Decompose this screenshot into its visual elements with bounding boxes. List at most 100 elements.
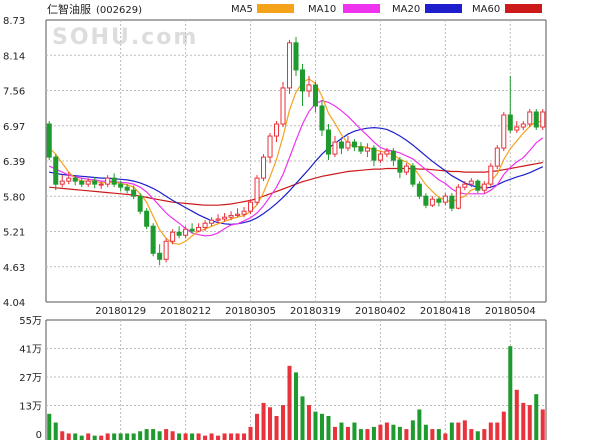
volume-tick-label: 13万 <box>19 402 42 413</box>
candle-body-up <box>170 231 176 242</box>
date-tick-label: 20180319 <box>290 306 341 317</box>
candle-body-up <box>222 216 228 220</box>
candle-body-up <box>384 150 390 155</box>
candle-body-down <box>533 111 539 128</box>
candle-body-up <box>442 195 448 203</box>
candle-body-up <box>209 219 215 224</box>
volume-tick-label: 41万 <box>19 345 42 356</box>
candle-body-up <box>66 177 72 182</box>
volume-bar-down <box>326 416 331 440</box>
price-y-axis: 8.73 8.14 7.56 6.97 6.39 5.80 5.21 4.63 4.04 <box>3 16 25 309</box>
candle-body-down <box>371 147 377 161</box>
volume-bar-down <box>157 431 162 440</box>
candle-body-down <box>137 195 143 212</box>
legend-label-ma10: MA10 <box>308 4 336 15</box>
volume-bar-down <box>293 372 299 440</box>
volume-bar-up <box>462 420 467 440</box>
volume-bar-down <box>423 424 428 440</box>
stock-chart: 仁智油服 (002629) SOHU.com MA5 MA10 MA20 MA6… <box>0 0 600 440</box>
price-tick-label: 7.56 <box>3 87 25 98</box>
candle-body-up <box>228 214 234 218</box>
volume-bar-up <box>248 426 253 440</box>
candle-body-down <box>410 165 416 185</box>
candle-body-down <box>299 69 306 92</box>
date-tick-label: 20180418 <box>420 306 471 317</box>
price-tick-label: 8.14 <box>3 51 25 62</box>
candle-body-up <box>280 87 286 125</box>
volume-bar-up <box>514 389 519 440</box>
volume-bar-up <box>170 431 175 440</box>
volume-bar-up <box>482 429 487 440</box>
candle-body-down <box>325 129 331 155</box>
candle-body-up <box>286 42 293 89</box>
volume-bar-down <box>339 422 344 440</box>
volume-bar-up <box>488 422 493 440</box>
volume-bar-up <box>469 429 474 440</box>
candle-body-down <box>319 105 325 131</box>
candle-body-up <box>306 84 312 92</box>
candle-body-down <box>131 189 137 197</box>
candle-body-down <box>416 183 422 197</box>
candle-body-up <box>163 240 169 260</box>
volume-bar-down <box>73 433 78 440</box>
volume-bar-up <box>164 429 169 440</box>
candle-body-up <box>267 135 273 158</box>
stock-code: (002629) <box>96 5 142 16</box>
volume-bar-up <box>501 411 506 440</box>
candle-body-down <box>150 225 156 254</box>
volume-bar-up <box>196 433 201 440</box>
volume-bar-up <box>261 402 266 440</box>
volume-bar-up <box>222 433 227 440</box>
volume-bar-down <box>508 346 513 440</box>
legend-swatch-ma60 <box>505 4 542 13</box>
candle-body-down <box>124 186 130 191</box>
volume-bar-up <box>384 422 389 440</box>
legend-swatch-ma10 <box>343 4 380 13</box>
date-tick-label: 20180305 <box>225 306 276 317</box>
candle-body-up <box>196 226 202 232</box>
volume-bar-down <box>397 426 402 440</box>
volume-bar-down <box>391 424 396 440</box>
volume-bar-down <box>358 429 363 440</box>
volume-bar-up <box>99 435 104 440</box>
price-tick-label: 5.80 <box>3 192 25 203</box>
candle-body-down <box>397 159 403 173</box>
volume-bar-up <box>332 426 337 440</box>
price-tick-label: 6.97 <box>3 122 25 133</box>
volume-bar-down <box>47 413 52 440</box>
volume-bar-down <box>53 422 58 440</box>
candle-body-up <box>105 177 111 185</box>
date-tick-label: 20180129 <box>95 306 146 317</box>
volume-bar-down <box>449 422 454 440</box>
candle-body-up <box>59 180 65 185</box>
candle-body-up <box>215 218 221 221</box>
candle-body-up <box>332 141 338 155</box>
candle-body-up <box>202 222 208 228</box>
date-axis: 20180129 20180212 20180305 20180319 20180402… <box>95 306 536 317</box>
candle-body-down <box>312 84 318 107</box>
volume-bar-up <box>521 402 526 440</box>
candle-body-down <box>176 231 182 236</box>
volume-bar-up <box>209 433 214 440</box>
candle-body-down <box>338 141 344 149</box>
volume-bar-up <box>281 405 286 440</box>
candle-body-up <box>261 156 267 179</box>
candle-body-down <box>449 195 455 209</box>
price-tick-label: 8.73 <box>3 16 25 27</box>
candle-body-up <box>514 126 520 131</box>
legend-swatch-ma20 <box>425 4 462 13</box>
candle-body-down <box>46 123 52 158</box>
volume-bar-down <box>534 394 539 440</box>
volume-bar-down <box>112 433 117 440</box>
candle-body-up <box>481 183 487 191</box>
volume-bar-down <box>125 433 130 440</box>
volume-bar-down <box>144 429 149 440</box>
candle-body-up <box>241 210 247 215</box>
volume-bar-down <box>190 433 195 440</box>
candle-body-up <box>429 198 435 206</box>
volume-bar-up <box>404 429 409 440</box>
volume-bar-down <box>475 431 480 440</box>
volume-bar-up <box>183 433 188 440</box>
candle-body-down <box>157 252 163 260</box>
legend-swatch-ma5 <box>257 4 294 13</box>
